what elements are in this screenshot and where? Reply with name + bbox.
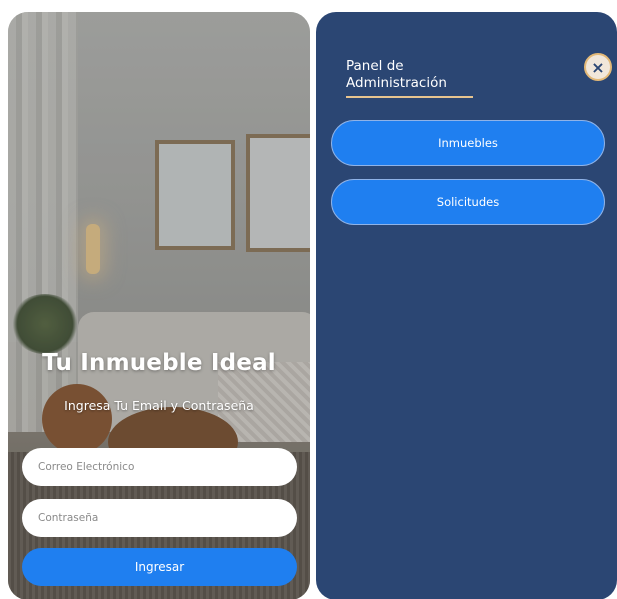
login-title: Tu Inmueble Ideal xyxy=(42,350,276,376)
admin-title-line2: Administración xyxy=(346,75,447,91)
login-panel: Tu Inmueble Ideal Ingresa Tu Email y Con… xyxy=(8,12,310,599)
password-input[interactable] xyxy=(22,499,297,537)
admin-panel-title: Panel de Administración xyxy=(346,58,447,94)
admin-panel: Panel de Administración × Inmuebles Soli… xyxy=(316,12,617,599)
menu-button-inmuebles[interactable]: Inmuebles xyxy=(331,120,605,166)
title-underline xyxy=(346,96,473,98)
admin-title-line1: Panel de xyxy=(346,58,404,74)
email-input[interactable] xyxy=(22,448,297,486)
login-subtitle: Ingresa Tu Email y Contraseña xyxy=(64,398,254,413)
app-screen: Tu Inmueble Ideal Ingresa Tu Email y Con… xyxy=(0,0,617,599)
close-button[interactable]: × xyxy=(584,53,612,81)
login-button[interactable]: Ingresar xyxy=(22,548,297,586)
close-icon: × xyxy=(591,57,605,77)
menu-button-solicitudes[interactable]: Solicitudes xyxy=(331,179,605,225)
menu-button-label: Solicitudes xyxy=(436,195,500,209)
menu-button-label: Inmuebles xyxy=(438,136,498,150)
